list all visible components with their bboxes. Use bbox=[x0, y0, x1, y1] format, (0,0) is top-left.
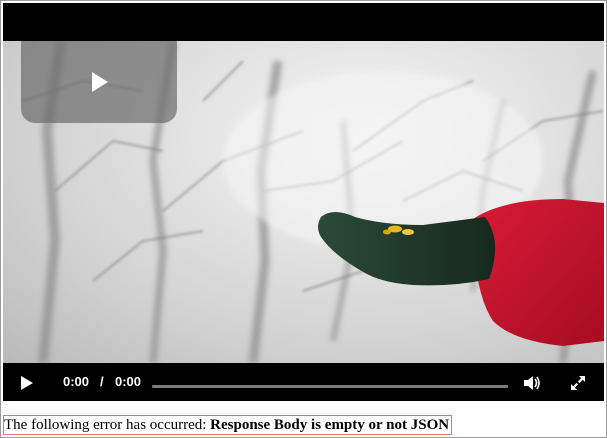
current-time: 0:00 bbox=[63, 374, 90, 389]
video-player[interactable]: 0:00 / 0:00 bbox=[3, 3, 604, 401]
time-separator: / bbox=[100, 374, 104, 389]
page-frame: 0:00 / 0:00 The following error has occu… bbox=[0, 0, 607, 438]
progress-bar[interactable] bbox=[152, 385, 508, 388]
volume-button[interactable] bbox=[522, 374, 542, 392]
error-detail: Response Body is empty or not JSON bbox=[210, 417, 450, 433]
play-icon bbox=[92, 72, 108, 92]
error-message: The following error has occurred: Respon… bbox=[3, 415, 453, 435]
volume-icon bbox=[524, 376, 540, 390]
fullscreen-button[interactable] bbox=[569, 374, 587, 392]
big-play-button[interactable] bbox=[21, 41, 177, 123]
duration: 0:00 bbox=[115, 374, 142, 389]
play-button[interactable] bbox=[17, 373, 37, 393]
error-prefix: The following error has occurred: bbox=[4, 417, 207, 433]
play-icon bbox=[21, 376, 33, 390]
control-bar: 0:00 / 0:00 bbox=[3, 363, 604, 401]
fullscreen-icon bbox=[571, 376, 585, 390]
